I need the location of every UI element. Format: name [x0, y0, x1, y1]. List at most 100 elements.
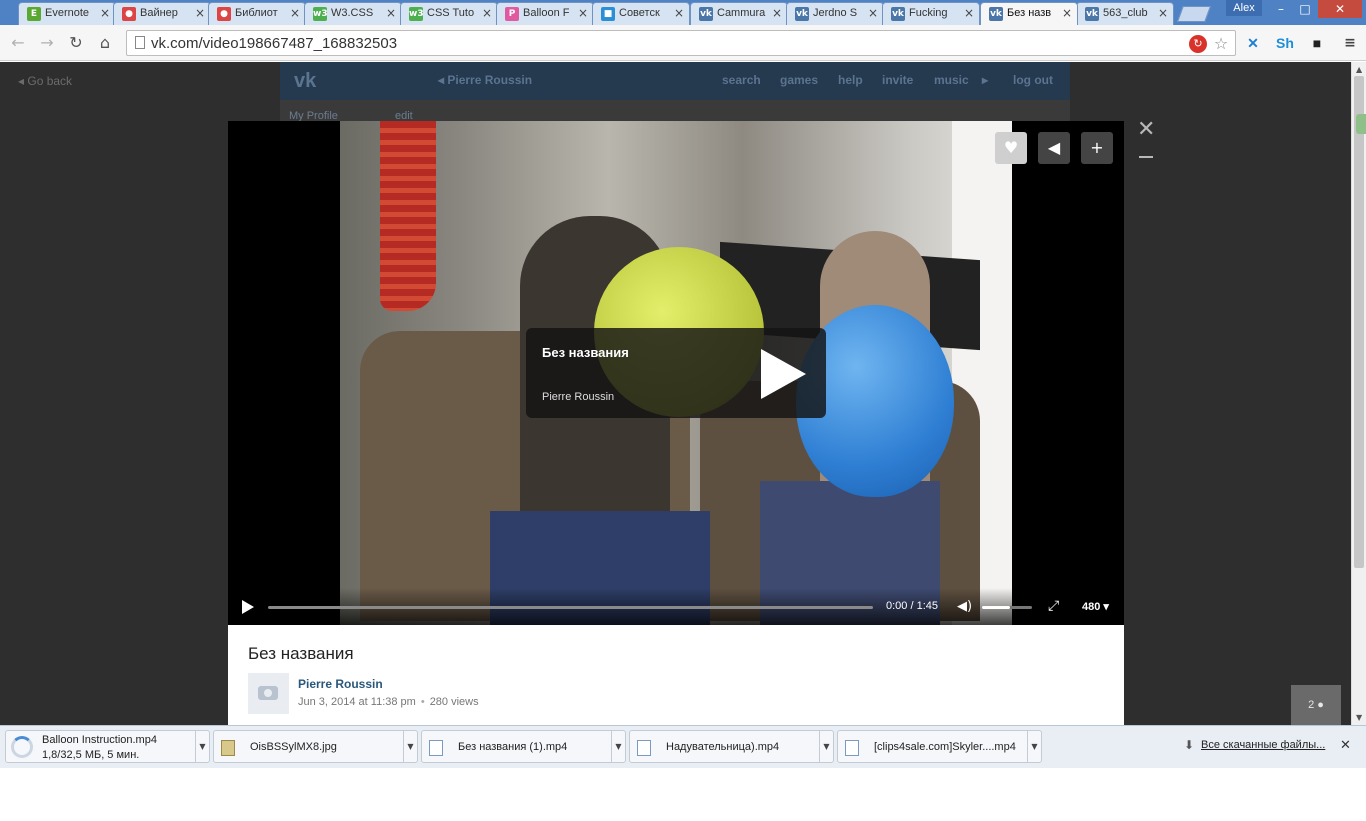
address-bar[interactable]: vk.com/video198667487_168832503 ↻ ☆	[126, 30, 1236, 56]
show-all-downloads-link[interactable]: Все скачанные файлы...	[1201, 739, 1325, 751]
tab-label: W3.CSS	[331, 7, 374, 19]
nav-invite[interactable]: invite	[882, 73, 913, 87]
nav-next-arrow-icon[interactable]: ▸	[982, 73, 988, 87]
close-viewer-icon[interactable]: ✕	[1137, 119, 1155, 141]
extension-icon[interactable]: ↻	[1189, 35, 1207, 53]
menu-icon[interactable]: ≡	[1339, 33, 1361, 53]
scroll-up-arrow-icon[interactable]: ▲	[1356, 65, 1362, 74]
video-player[interactable]: Без названия Pierre Roussin ♥ ◀ + 0:00 /…	[228, 121, 1124, 625]
download-item[interactable]: Balloon Instruction.mp4 1,8/32,5 МБ, 5 м…	[5, 730, 210, 763]
vk-logo-icon[interactable]: vk	[294, 70, 328, 92]
video-info-panel: Без названия Pierre Roussin Jun 3, 2014 …	[228, 625, 1124, 725]
new-tab-button[interactable]	[1177, 6, 1211, 22]
vk-icon: vk	[795, 7, 809, 21]
video-overlay-card[interactable]: Без названия Pierre Roussin	[526, 328, 826, 418]
camera-icon	[258, 686, 278, 700]
go-back-link[interactable]: ◂ Go back	[18, 74, 72, 88]
tab-label: 563_club	[1103, 7, 1148, 19]
download-item[interactable]: [clips4sale.com]Skyler....mp4 ▼	[837, 730, 1042, 763]
download-item[interactable]: Надувательница).mp4 ▼	[629, 730, 834, 763]
close-tab-icon[interactable]: ×	[195, 6, 205, 20]
person-icon: ●	[1317, 699, 1324, 711]
download-menu-arrow-icon[interactable]: ▼	[1027, 731, 1041, 762]
download-menu-arrow-icon[interactable]: ▼	[819, 731, 833, 762]
home-icon[interactable]: ⌂	[95, 33, 115, 53]
tab-label: CSS Tuto	[427, 7, 475, 19]
bookmark-star-icon[interactable]: ☆	[1212, 35, 1230, 53]
close-tab-icon[interactable]: ×	[772, 6, 782, 20]
time-display: 0:00 / 1:45	[886, 600, 938, 612]
dropbox-extension-icon[interactable]: ✕	[1242, 33, 1264, 53]
nav-logout[interactable]: log out	[1013, 73, 1053, 87]
reload-icon[interactable]: ↻	[66, 33, 86, 53]
volume-icon[interactable]: ◀)	[957, 599, 972, 614]
browser-tab[interactable]: w3 W3.CSS ×	[304, 2, 402, 25]
fullscreen-icon[interactable]: ⤢	[1048, 598, 1059, 614]
browser-tab[interactable]: P Balloon F ×	[496, 2, 594, 25]
quality-selector[interactable]: 480 ▾	[1082, 600, 1109, 613]
browser-tab[interactable]: vk Без назв ×	[980, 2, 1078, 25]
tab-label: Советск	[619, 7, 660, 19]
browser-tab[interactable]: ● Библиот ×	[208, 2, 306, 25]
nav-games[interactable]: games	[780, 73, 818, 87]
scroll-thumb[interactable]	[1354, 76, 1364, 568]
sh-extension-icon[interactable]: Sh	[1274, 33, 1296, 53]
close-tab-icon[interactable]: ×	[578, 6, 588, 20]
minimize-window-icon[interactable]: –	[1270, 0, 1292, 18]
close-tab-icon[interactable]: ×	[290, 6, 300, 20]
like-heart-icon[interactable]: ♥	[995, 132, 1027, 164]
download-menu-arrow-icon[interactable]: ▼	[195, 731, 209, 762]
close-tab-icon[interactable]: ×	[482, 6, 492, 20]
vk-icon: vk	[891, 7, 905, 21]
notification-extension-icon[interactable]: ■	[1306, 33, 1328, 53]
friends-online-button[interactable]: 2 ●	[1291, 685, 1341, 725]
close-downloads-icon[interactable]: ✕	[1340, 738, 1351, 753]
browser-tab[interactable]: E Evernote ×	[18, 2, 116, 25]
close-window-icon[interactable]: ✕	[1318, 0, 1362, 18]
profile-badge[interactable]: Alex	[1226, 0, 1262, 16]
close-tab-icon[interactable]: ×	[1062, 6, 1072, 20]
author-link[interactable]: Pierre Roussin	[298, 677, 383, 691]
add-plus-icon[interactable]: +	[1081, 132, 1113, 164]
scroll-down-arrow-icon[interactable]: ▼	[1356, 713, 1362, 722]
close-tab-icon[interactable]: ×	[1158, 6, 1168, 20]
vk-user-link[interactable]: ◂ Pierre Roussin	[438, 73, 532, 87]
download-item[interactable]: OisBSSylMX8.jpg ▼	[213, 730, 418, 763]
share-megaphone-icon[interactable]: ◀	[1038, 132, 1070, 164]
close-tab-icon[interactable]: ×	[674, 6, 684, 20]
close-tab-icon[interactable]: ×	[100, 6, 110, 20]
download-menu-arrow-icon[interactable]: ▼	[403, 731, 417, 762]
browser-tab[interactable]: vk Fucking ×	[882, 2, 980, 25]
side-extension-tab[interactable]	[1356, 114, 1366, 134]
browser-tab[interactable]: vk 563_club ×	[1076, 2, 1174, 25]
page-scrollbar[interactable]: ▲ ▼	[1351, 62, 1366, 725]
play-icon[interactable]	[242, 600, 254, 614]
browser-tab[interactable]: vk Cammura ×	[690, 2, 788, 25]
minimize-viewer-icon[interactable]	[1139, 156, 1153, 158]
close-tab-icon[interactable]: ×	[386, 6, 396, 20]
maximize-window-icon[interactable]: □	[1294, 0, 1316, 18]
browser-tab[interactable]: ● Вайнер ×	[113, 2, 211, 25]
vk-user-name: Pierre Roussin	[447, 73, 533, 87]
nav-search[interactable]: search	[722, 73, 761, 87]
browser-toolbar: ← → ↻ ⌂ vk.com/video198667487_168832503 …	[0, 25, 1366, 61]
close-tab-icon[interactable]: ×	[964, 6, 974, 20]
volume-slider[interactable]	[982, 606, 1032, 609]
browser-tab[interactable]: w3 CSS Tuto ×	[400, 2, 498, 25]
download-menu-arrow-icon[interactable]: ▼	[611, 731, 625, 762]
browser-tab[interactable]: vk Jerdno S ×	[786, 2, 884, 25]
big-play-icon[interactable]	[761, 349, 806, 399]
download-item[interactable]: Без названия (1).mp4 ▼	[421, 730, 626, 763]
close-tab-icon[interactable]: ×	[868, 6, 878, 20]
colorful-icon: ●	[122, 7, 136, 21]
page-icon	[135, 36, 145, 49]
back-icon[interactable]: ←	[8, 33, 28, 53]
upload-date: Jun 3, 2014 at 11:38 pm	[298, 696, 416, 708]
author-avatar[interactable]	[248, 673, 289, 714]
nav-music[interactable]: music	[934, 73, 969, 87]
nav-help[interactable]: help	[838, 73, 863, 87]
browser-tab[interactable]: ■ Советск ×	[592, 2, 690, 25]
seek-bar[interactable]	[268, 606, 873, 609]
overlay-author[interactable]: Pierre Roussin	[542, 391, 614, 403]
forward-icon[interactable]: →	[37, 33, 57, 53]
